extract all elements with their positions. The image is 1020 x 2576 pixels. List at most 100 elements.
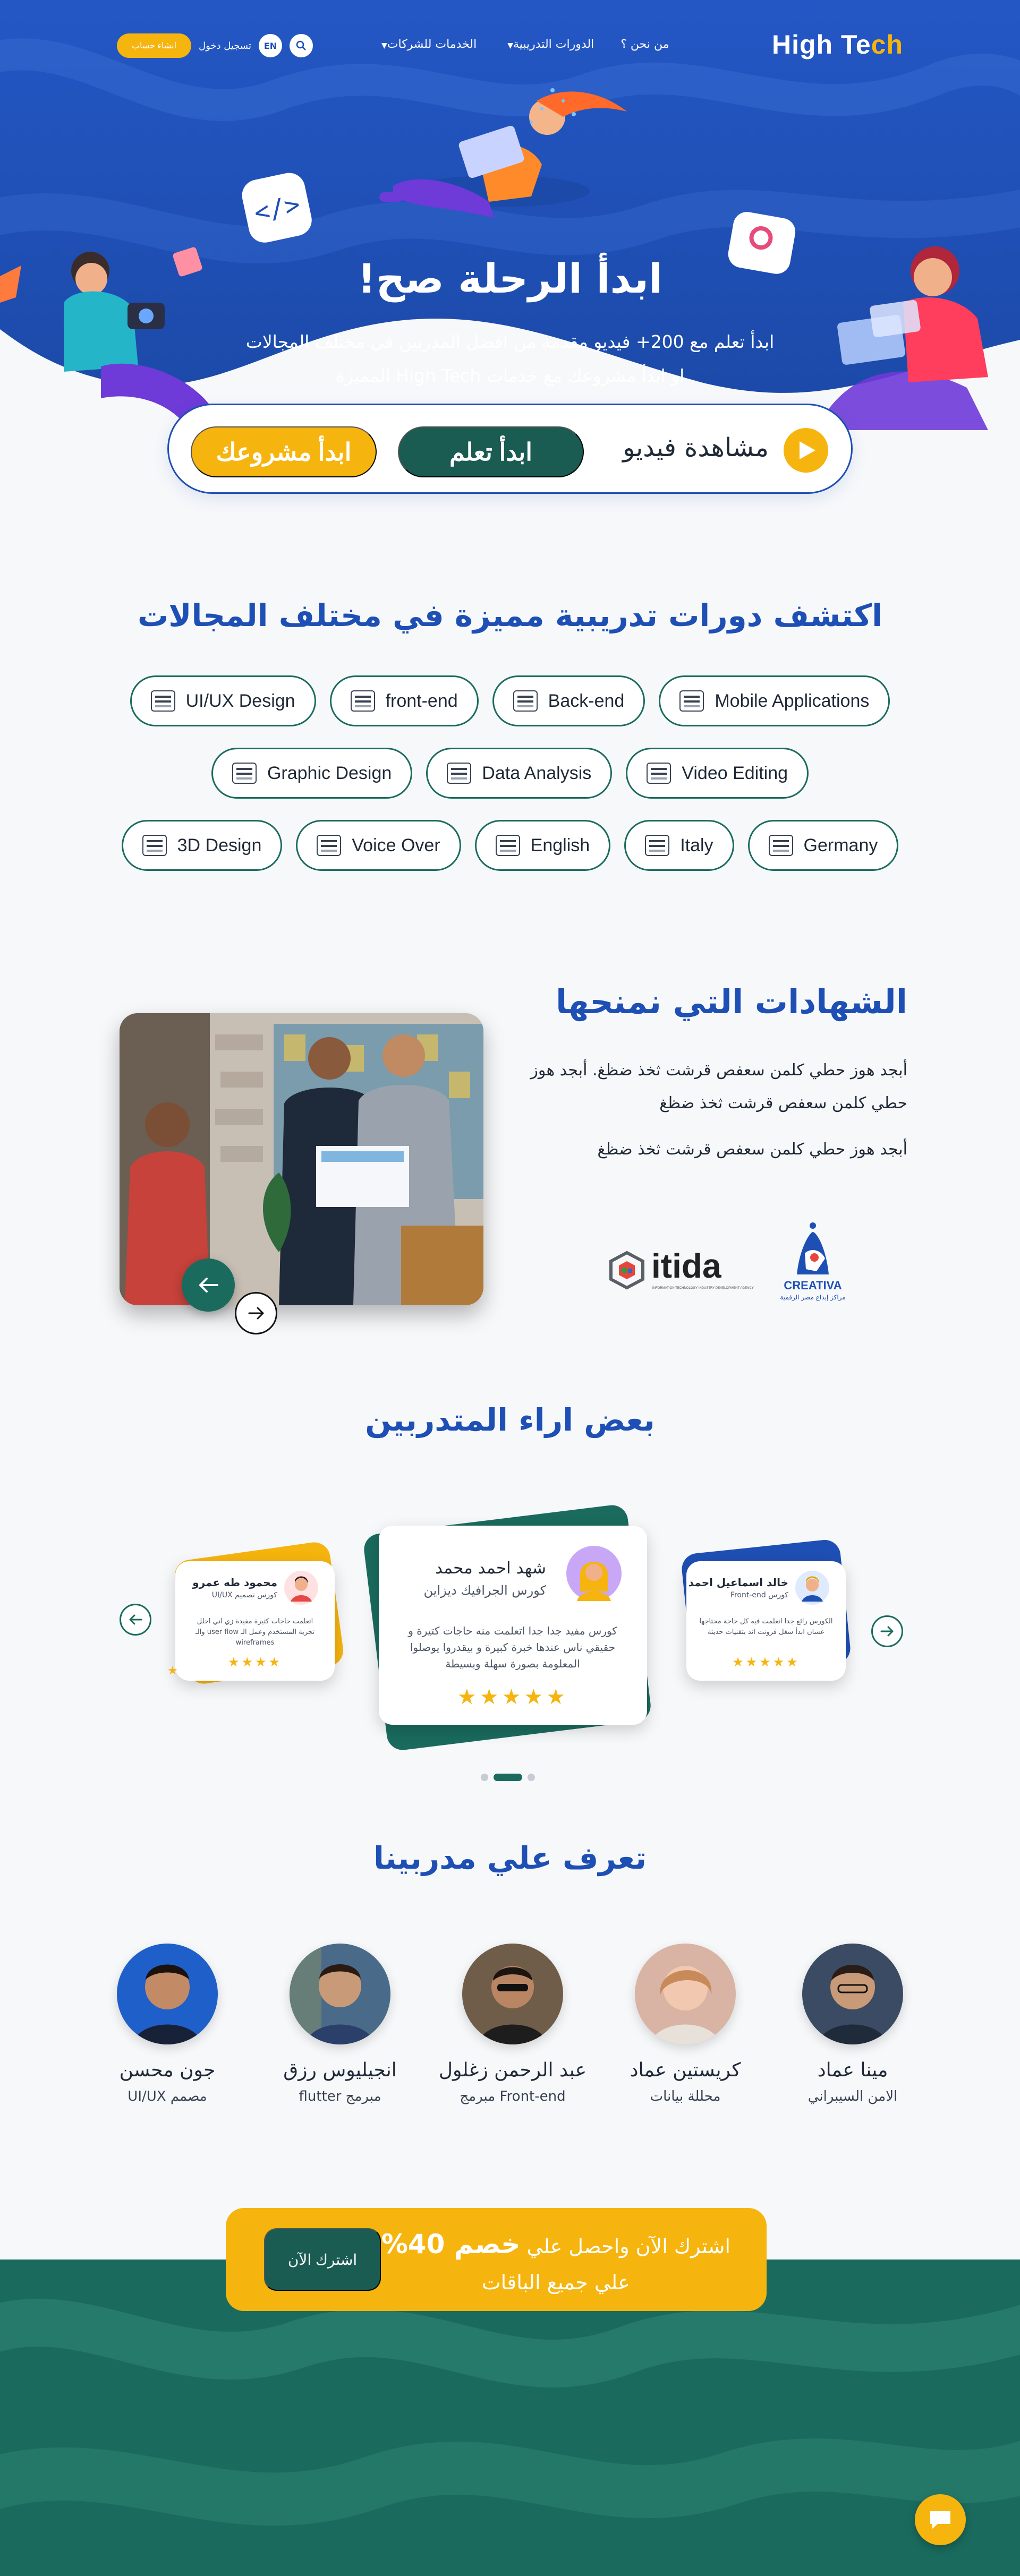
code-window-icon [350, 690, 375, 712]
trainer-card[interactable]: عبد الرحمن زغلول Front-end مبرمج [438, 1944, 587, 2104]
certificate-photo-slider [120, 1013, 483, 1305]
server-gear-icon [513, 690, 538, 712]
rating-stars: ★★★★★ [457, 1685, 569, 1709]
certificate-next-button[interactable] [235, 1292, 277, 1334]
nav-actions: انشاء حساب تسجيل دخول EN [117, 33, 313, 58]
trainer-role: محللة بيانات [650, 2089, 721, 2104]
reviewer-name: شهد احمد محمد [435, 1559, 546, 1578]
microphone-icon [317, 835, 342, 856]
course-chip-mobile[interactable]: Mobile Applications [659, 675, 890, 726]
promo-line1: اشترك الآن واحصل علي [526, 2235, 730, 2258]
trainer-role: مصمم UI/UX [128, 2089, 207, 2104]
nav-about[interactable]: من نحن ؟ [620, 38, 669, 51]
course-chip-3d[interactable]: 3D Design [121, 820, 283, 871]
hero-subtitle: ابدأ تعلم مع 200+ فيديو مقدمة من افضل ال… [0, 325, 1020, 393]
course-chip-italy[interactable]: Italy [624, 820, 734, 871]
course-chip-frontend[interactable]: front-end [329, 675, 479, 726]
chip-label: Mobile Applications [715, 690, 870, 711]
course-chips-row-2: Graphic Design Data Analysis Video Editi… [0, 748, 1020, 799]
trainer-photo [290, 1944, 390, 2044]
pagination-dot-active[interactable] [494, 1774, 522, 1781]
logo-accent: ch [871, 30, 903, 59]
trainer-name: كريستين عماد [630, 2059, 741, 2081]
nav-courses[interactable]: الدورات التدريبية▼ [503, 38, 594, 51]
promo-line2: علي جميع الباقات [481, 2271, 630, 2294]
hero-cta-bar: مشاهدة فيديو ابدأ تعلم ابدأ مشروعك [167, 404, 853, 494]
hero-subtitle-line2: او ابدأ مشروعك مع خدمات High Tech المميز… [335, 365, 685, 386]
pisa-tower-icon [645, 835, 670, 856]
chip-label: Germany [803, 835, 878, 855]
chat-icon[interactable] [915, 2494, 966, 2545]
language-toggle[interactable]: EN [259, 34, 282, 57]
testimonial-card-right[interactable]: خالد اسماعيل احمد كورس Front-end الكورس … [686, 1561, 846, 1681]
testimonials-next-button[interactable] [871, 1615, 903, 1647]
create-account-button[interactable]: انشاء حساب [117, 33, 191, 58]
nav-links: من نحن ؟ الدورات التدريبية▼ الخدمات للشر… [377, 38, 669, 51]
itida-tagline: INFORMATION TECHNOLOGY INDUSTRY DEVELOPM… [652, 1287, 754, 1290]
trainer-avatar [290, 1944, 390, 2044]
course-chip-backend[interactable]: Back-end [492, 675, 645, 726]
pagination-dot[interactable] [481, 1774, 488, 1781]
login-link[interactable]: تسجيل دخول [199, 40, 251, 52]
rating-stars: ★★★★ [227, 1655, 283, 1670]
review-text: كورس مفيد جدا جدا اتعلمت منه حاجات كتيرة… [408, 1624, 617, 1670]
chip-label: Back-end [548, 690, 625, 711]
star-icon: ★ [167, 1664, 178, 1678]
trainer-role: Front-end مبرمج [460, 2089, 566, 2104]
mobile-gear-icon [679, 690, 704, 712]
chip-label: 3D Design [177, 835, 262, 855]
creativa-wordmark: CREATIVA [784, 1279, 842, 1292]
review-text: اتعلمت حاجات كتيرة مفيدة زي اني احلل تجر… [195, 1618, 314, 1647]
course-chip-voice-over[interactable]: Voice Over [296, 820, 461, 871]
start-learning-button[interactable]: ابدأ تعلم [398, 426, 584, 477]
trainer-card[interactable]: مينا عماد الامن السيبراني [778, 1944, 927, 2104]
site-logo[interactable]: High Tech [772, 29, 903, 60]
pen-tool-icon [232, 763, 257, 784]
course-chip-graphic[interactable]: Graphic Design [211, 748, 413, 799]
start-project-button[interactable]: ابدأ مشروعك [191, 426, 377, 477]
chat-bubble-icon [930, 2511, 950, 2529]
play-video-button[interactable] [784, 428, 828, 473]
itida-logo: itida INFORMATION TECHNOLOGY INDUSTRY DE… [606, 1240, 754, 1298]
logo-text: High Te [772, 30, 871, 59]
trainer-card[interactable]: كريستين عماد محللة بيانات [611, 1944, 760, 2104]
trainer-role: الامن السيبراني [808, 2089, 898, 2104]
arrow-right-icon [880, 1626, 894, 1637]
course-chip-data-analysis[interactable]: Data Analysis [426, 748, 613, 799]
watch-video-label[interactable]: مشاهدة فيديو [623, 433, 769, 463]
trainer-name: انجيليوس رزق [283, 2059, 397, 2081]
nav-business-label: الخدمات للشركات [387, 38, 477, 51]
speech-bubble-icon [768, 835, 793, 856]
testimonials-prev-button[interactable] [120, 1604, 151, 1636]
course-chip-video-editing[interactable]: Video Editing [626, 748, 809, 799]
subscribe-button[interactable]: اشترك الآن [264, 2228, 381, 2291]
search-icon[interactable] [290, 34, 313, 57]
trainer-avatar [802, 1944, 903, 2044]
video-player-icon [647, 763, 672, 784]
chevron-down-icon: ▼ [507, 41, 513, 50]
testimonial-card-left[interactable]: محمود طه عمرو كورس تصميم UI/UX اتعلمت حا… [175, 1561, 335, 1681]
chart-icon [447, 763, 472, 784]
course-chip-english[interactable]: English [474, 820, 611, 871]
avatar [795, 1571, 829, 1605]
arrow-left-icon [129, 1614, 142, 1625]
trainer-card[interactable]: انجيليوس رزق مبرمج flutter [266, 1944, 414, 2104]
certificate-prev-button[interactable] [182, 1259, 235, 1312]
arrow-right-icon [248, 1307, 264, 1320]
trainer-name: جون محسن [119, 2059, 216, 2081]
nav-about-label: من نحن ؟ [620, 38, 669, 51]
chip-label: Data Analysis [482, 763, 592, 783]
pagination-dot[interactable] [528, 1774, 535, 1781]
promo-text: اشترك الآن واحصل علي خصم 40% علي جميع ال… [381, 2226, 730, 2300]
testimonial-card-featured[interactable]: شهد احمد محمد كورس الجرافيك ديزاين كورس … [379, 1526, 647, 1725]
nav-business-services[interactable]: الخدمات للشركات▼ [377, 38, 477, 51]
hero-subtitle-line1: ابدأ تعلم مع 200+ فيديو مقدمة من افضل ال… [245, 331, 775, 352]
promo-banner: اشترك الآن واحصل علي خصم 40% علي جميع ال… [226, 2208, 767, 2311]
trainer-avatar [635, 1944, 736, 2044]
courses-title: اكتشف دورات تدريبية مميزة في مختلف المجا… [137, 597, 883, 634]
chip-label: Voice Over [352, 835, 440, 855]
course-chip-germany[interactable]: Germany [747, 820, 899, 871]
course-chip-uiux[interactable]: UI/UX Design [130, 675, 316, 726]
trainer-card[interactable]: جون محسن مصمم UI/UX [93, 1944, 242, 2104]
reviewer-course: كورس Front-end [730, 1591, 788, 1599]
